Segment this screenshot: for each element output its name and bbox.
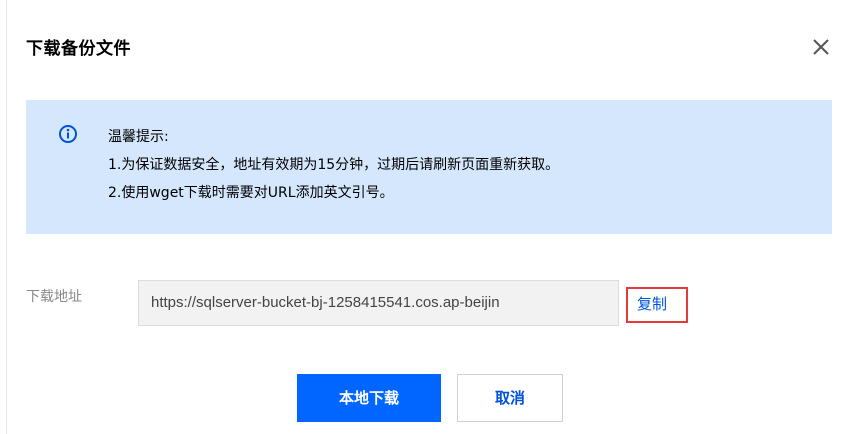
download-url-field[interactable]: https://sqlserver-bucket-bj-1258415541.c… xyxy=(138,280,619,326)
notice-line-1: 1.为保证数据安全，地址有效期为15分钟，过期后请刷新页面重新获取。 xyxy=(108,157,560,173)
download-url-value: https://sqlserver-bucket-bj-1258415541.c… xyxy=(151,294,500,311)
dialog-title: 下载备份文件 xyxy=(26,39,131,59)
close-icon xyxy=(813,39,829,55)
download-url-label: 下载地址 xyxy=(26,289,82,305)
copy-url-link[interactable]: 复制 xyxy=(626,287,688,323)
info-circle-icon xyxy=(58,124,78,144)
cancel-button[interactable]: 取消 xyxy=(457,374,563,422)
notice-heading: 温馨提示: xyxy=(108,129,169,145)
dialog-divider xyxy=(6,0,7,434)
download-backup-dialog: 下载备份文件 温馨提示: 1.为保证数据安全，地址有效期为15分钟，过期后请刷新… xyxy=(0,0,854,434)
notice-line-2: 2.使用wget下载时需要对URL添加英文引号。 xyxy=(108,185,394,201)
local-download-button[interactable]: 本地下载 xyxy=(297,374,441,422)
close-button[interactable] xyxy=(810,36,832,58)
